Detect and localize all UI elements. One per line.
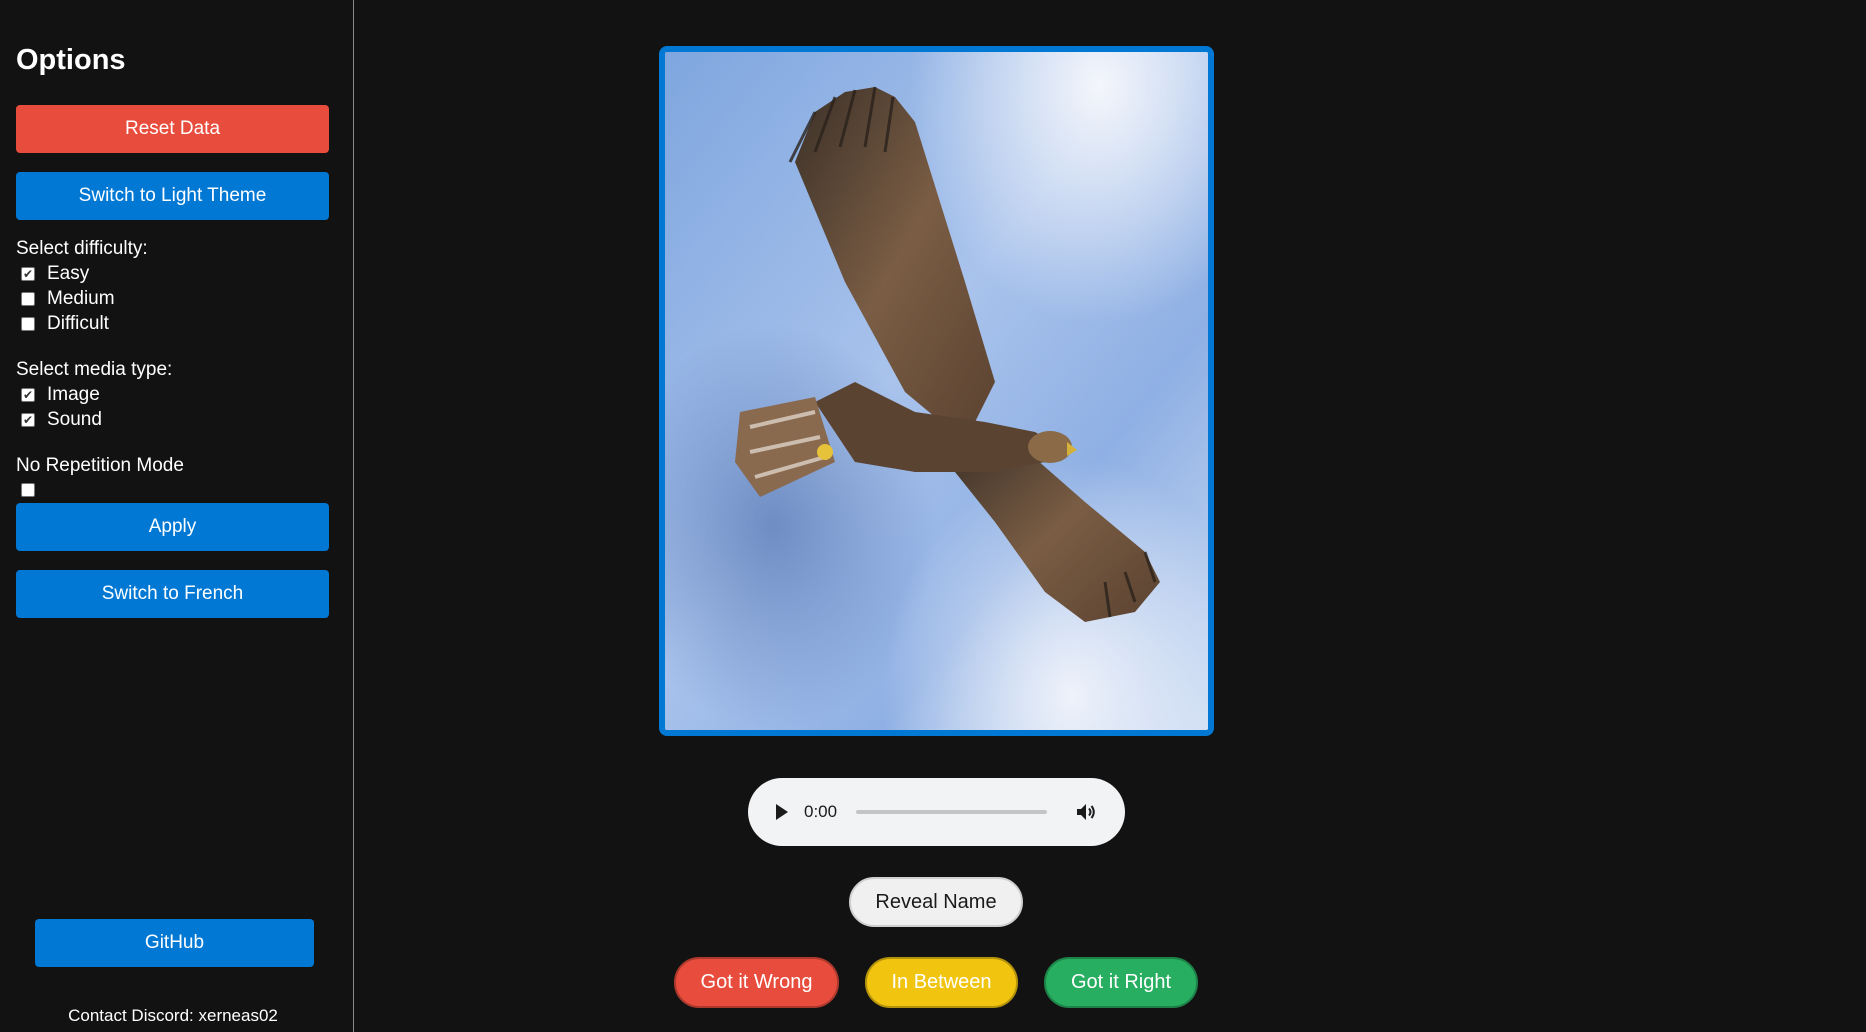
difficulty-medium-option[interactable]: Medium bbox=[16, 286, 115, 311]
reset-data-button[interactable]: Reset Data bbox=[16, 105, 329, 153]
volume-icon[interactable] bbox=[1074, 800, 1098, 824]
media-sound-checkbox[interactable]: ✔ bbox=[21, 412, 35, 427]
difficulty-easy-option[interactable]: ✔ Easy bbox=[16, 261, 89, 286]
audio-player: 0:00 bbox=[748, 778, 1125, 846]
difficulty-medium-label: Medium bbox=[47, 287, 115, 309]
language-toggle-button[interactable]: Switch to French bbox=[16, 570, 329, 618]
github-button[interactable]: GitHub bbox=[35, 919, 314, 967]
sidebar-title: Options bbox=[16, 44, 126, 76]
eagle-image bbox=[665, 52, 1208, 730]
no-repetition-label: No Repetition Mode bbox=[16, 455, 184, 476]
difficulty-difficult-option[interactable]: Difficult bbox=[16, 311, 109, 336]
no-repetition-checkbox[interactable] bbox=[21, 482, 35, 497]
no-repetition-option[interactable] bbox=[16, 477, 47, 502]
media-image-option[interactable]: ✔ Image bbox=[16, 382, 100, 407]
theme-toggle-button[interactable]: Switch to Light Theme bbox=[16, 172, 329, 220]
difficulty-difficult-label: Difficult bbox=[47, 312, 109, 334]
difficulty-easy-label: Easy bbox=[47, 262, 90, 284]
difficulty-medium-checkbox[interactable] bbox=[21, 291, 35, 306]
media-image-label: Image bbox=[47, 383, 100, 405]
difficulty-difficult-checkbox[interactable] bbox=[21, 316, 35, 331]
play-icon[interactable] bbox=[776, 804, 788, 820]
bird-photo bbox=[659, 46, 1214, 736]
got-it-wrong-button[interactable]: Got it Wrong bbox=[674, 957, 839, 1008]
app-root: Options Reset Data Switch to Light Theme… bbox=[0, 0, 1866, 1032]
got-it-right-button[interactable]: Got it Right bbox=[1044, 957, 1198, 1008]
audio-time: 0:00 bbox=[804, 802, 838, 821]
in-between-button[interactable]: In Between bbox=[865, 957, 1018, 1008]
options-sidebar: Options Reset Data Switch to Light Theme… bbox=[0, 0, 354, 1032]
audio-progress-bar[interactable] bbox=[856, 810, 1048, 814]
media-type-label: Select media type: bbox=[16, 359, 173, 380]
reveal-name-button[interactable]: Reveal Name bbox=[849, 877, 1023, 927]
apply-button[interactable]: Apply bbox=[16, 503, 329, 551]
media-sound-option[interactable]: ✔ Sound bbox=[16, 407, 102, 432]
media-image-checkbox[interactable]: ✔ bbox=[21, 387, 35, 402]
contact-discord-text: Contact Discord: xerneas02 bbox=[68, 1006, 278, 1025]
media-sound-label: Sound bbox=[47, 408, 102, 430]
difficulty-easy-checkbox[interactable]: ✔ bbox=[21, 266, 35, 281]
difficulty-label: Select difficulty: bbox=[16, 238, 148, 259]
